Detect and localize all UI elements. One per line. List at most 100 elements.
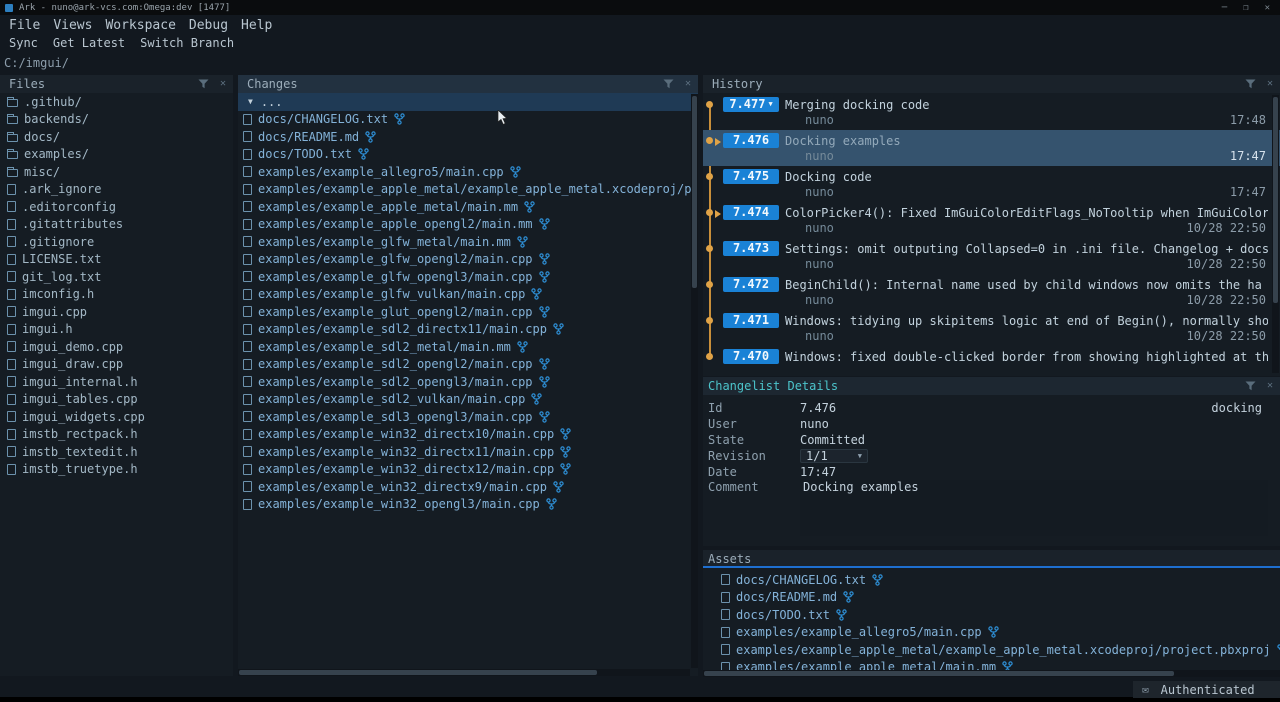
changes-horizontal-scrollbar[interactable]: [238, 669, 690, 676]
asset-file-path: docs/CHANGELOG.txt: [736, 573, 866, 587]
changed-file-row[interactable]: examples/example_sdl2_opengl2/main.cpp: [238, 356, 698, 374]
file-tree-item[interactable]: docs/: [0, 128, 233, 146]
file-tree-item[interactable]: imstb_rectpack.h: [0, 426, 233, 444]
changed-file-row[interactable]: docs/CHANGELOG.txt: [238, 111, 698, 129]
revision-badge[interactable]: 7.473 ▼: [723, 241, 779, 256]
file-tree-item[interactable]: imgui_draw.cpp: [0, 356, 233, 374]
revision-badge[interactable]: 7.470 ▼: [723, 349, 779, 364]
revision-badge[interactable]: 7.476 ▼: [723, 133, 779, 148]
file-tree-item[interactable]: imstb_truetype.h: [0, 461, 233, 479]
history-commit-row[interactable]: 7.470 ▼ Windows: fixed double-clicked bo…: [703, 346, 1280, 376]
close-icon[interactable]: ✕: [685, 75, 691, 93]
menu-item[interactable]: Views: [53, 17, 92, 34]
close-icon[interactable]: ✕: [1267, 377, 1273, 395]
close-window-button[interactable]: ✕: [1265, 3, 1270, 13]
menu-item[interactable]: File: [9, 17, 40, 34]
scrollbar-thumb[interactable]: [1273, 97, 1278, 303]
changed-file-row[interactable]: examples/example_sdl3_opengl3/main.cpp: [238, 408, 698, 426]
history-commit-row[interactable]: 7.473 ▼ Settings: omit outputing Collaps…: [703, 238, 1280, 274]
toolbar-button[interactable]: Get Latest: [53, 35, 125, 52]
branch-icon: [553, 481, 564, 493]
changed-file-row[interactable]: examples/example_allegro5/main.cpp: [238, 163, 698, 181]
file-tree-item[interactable]: misc/: [0, 163, 233, 181]
file-tree-item[interactable]: .editorconfig: [0, 198, 233, 216]
asset-file-row[interactable]: examples/example_allegro5/main.cpp: [703, 624, 1280, 642]
toolbar-button[interactable]: Switch Branch: [140, 35, 234, 52]
revision-dropdown[interactable]: 1/1 ▼: [800, 449, 868, 463]
minimize-button[interactable]: ─: [1222, 3, 1227, 13]
revision-badge[interactable]: 7.477 ▼: [723, 97, 779, 112]
file-tree-item[interactable]: .github/: [0, 93, 233, 111]
menu-item[interactable]: Debug: [189, 17, 228, 34]
changed-file-row[interactable]: docs/README.md: [238, 128, 698, 146]
scrollbar-thumb[interactable]: [692, 96, 697, 288]
menu-item[interactable]: Help: [241, 17, 272, 34]
changed-file-row[interactable]: examples/example_apple_metal/example_app…: [238, 181, 698, 199]
file-tree-item[interactable]: imgui.h: [0, 321, 233, 339]
revision-badge[interactable]: 7.472 ▼: [723, 277, 779, 292]
changed-file-row[interactable]: docs/TODO.txt: [238, 146, 698, 164]
changed-file-row[interactable]: examples/example_apple_metal/main.mm: [238, 198, 698, 216]
maximize-button[interactable]: ❐: [1243, 3, 1248, 13]
filter-icon[interactable]: [198, 79, 209, 89]
changed-file-row[interactable]: examples/example_sdl2_metal/main.mm: [238, 338, 698, 356]
revision-badge[interactable]: 7.471 ▼: [723, 313, 779, 328]
assets-horizontal-scrollbar[interactable]: [703, 670, 1280, 677]
toolbar-button[interactable]: Sync: [9, 35, 38, 52]
history-commit-row[interactable]: 7.471 ▼ Windows: tidying up skipitems lo…: [703, 310, 1280, 346]
revision-badge[interactable]: 7.474 ▼: [723, 205, 779, 220]
collapse-icon[interactable]: ▼: [248, 97, 253, 106]
asset-file-row[interactable]: docs/CHANGELOG.txt: [703, 571, 1280, 589]
file-tree-item[interactable]: imgui.cpp: [0, 303, 233, 321]
file-tree-item[interactable]: backends/: [0, 111, 233, 129]
history-commit-row[interactable]: 7.477 ▼ Merging docking code nuno 17:48: [703, 94, 1280, 130]
asset-file-row[interactable]: docs/README.md: [703, 589, 1280, 607]
changed-file-row[interactable]: examples/example_win32_directx11/main.cp…: [238, 443, 698, 461]
changed-file-row[interactable]: examples/example_sdl2_vulkan/main.cpp: [238, 391, 698, 409]
changed-file-row[interactable]: examples/example_apple_opengl2/main.mm: [238, 216, 698, 234]
file-tree-item[interactable]: imgui_tables.cpp: [0, 391, 233, 409]
history-commit-row[interactable]: 7.474 ▼ ColorPicker4(): Fixed ImGuiColor…: [703, 202, 1280, 238]
changed-file-row[interactable]: examples/example_win32_directx12/main.cp…: [238, 461, 698, 479]
changes-root-row[interactable]: ▼ ...: [238, 93, 698, 111]
scrollbar-thumb[interactable]: [704, 671, 1174, 676]
revision-badge[interactable]: 7.475 ▼: [723, 169, 779, 184]
file-tree-item[interactable]: git_log.txt: [0, 268, 233, 286]
scrollbar-thumb[interactable]: [239, 670, 597, 675]
file-tree-item[interactable]: LICENSE.txt: [0, 251, 233, 269]
filter-icon[interactable]: [663, 79, 674, 89]
comment-value[interactable]: Docking examples: [800, 480, 1268, 536]
file-tree-item[interactable]: imgui_demo.cpp: [0, 338, 233, 356]
file-tree-item[interactable]: .ark_ignore: [0, 181, 233, 199]
changes-vertical-scrollbar[interactable]: [691, 94, 698, 668]
asset-file-row[interactable]: docs/TODO.txt: [703, 606, 1280, 624]
file-tree-item[interactable]: imgui_internal.h: [0, 373, 233, 391]
asset-file-row[interactable]: examples/example_apple_metal/example_app…: [703, 641, 1280, 659]
file-tree-item[interactable]: imconfig.h: [0, 286, 233, 304]
file-tree-item[interactable]: examples/: [0, 146, 233, 164]
file-tree-item[interactable]: imstb_textedit.h: [0, 443, 233, 461]
changed-file-row[interactable]: examples/example_win32_directx9/main.cpp: [238, 478, 698, 496]
chevron-down-icon[interactable]: ▼: [768, 97, 772, 112]
history-commit-row[interactable]: 7.475 ▼ Docking code nuno 17:47: [703, 166, 1280, 202]
changed-file-row[interactable]: examples/example_win32_opengl3/main.cpp: [238, 496, 698, 514]
changed-file-row[interactable]: examples/example_glfw_vulkan/main.cpp: [238, 286, 698, 304]
changed-file-row[interactable]: examples/example_glfw_metal/main.mm: [238, 233, 698, 251]
changed-file-row[interactable]: examples/example_sdl2_directx11/main.cpp: [238, 321, 698, 339]
history-commit-row[interactable]: 7.476 ▼ Docking examples nuno 17:47: [703, 130, 1280, 166]
file-tree-item[interactable]: imgui_widgets.cpp: [0, 408, 233, 426]
menu-item[interactable]: Workspace: [105, 17, 175, 34]
history-vertical-scrollbar[interactable]: [1272, 95, 1279, 373]
changed-file-row[interactable]: examples/example_glfw_opengl2/main.cpp: [238, 251, 698, 269]
changed-file-row[interactable]: examples/example_win32_directx10/main.cp…: [238, 426, 698, 444]
close-icon[interactable]: ✕: [1267, 75, 1273, 93]
changed-file-row[interactable]: examples/example_glut_opengl2/main.cpp: [238, 303, 698, 321]
filter-icon[interactable]: [1245, 79, 1256, 89]
close-icon[interactable]: ✕: [220, 75, 226, 93]
changed-file-row[interactable]: examples/example_sdl2_opengl3/main.cpp: [238, 373, 698, 391]
history-commit-row[interactable]: 7.472 ▼ BeginChild(): Internal name used…: [703, 274, 1280, 310]
file-tree-item[interactable]: .gitattributes: [0, 216, 233, 234]
filter-icon[interactable]: [1245, 381, 1256, 391]
file-tree-item[interactable]: .gitignore: [0, 233, 233, 251]
changed-file-row[interactable]: examples/example_glfw_opengl3/main.cpp: [238, 268, 698, 286]
